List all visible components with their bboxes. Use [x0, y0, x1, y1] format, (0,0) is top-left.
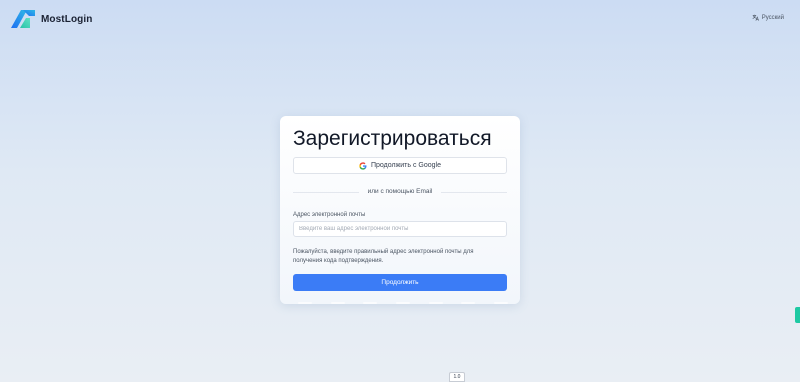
mostlogin-logo-icon	[11, 10, 35, 28]
brand-name: MostLogin	[41, 13, 93, 25]
card-bottom-dashes	[298, 302, 508, 305]
page-title: Зарегистрироваться	[293, 127, 492, 150]
language-label: Русский	[761, 14, 784, 21]
google-button-label: Продолжить с Google	[371, 162, 441, 169]
brand-logo[interactable]: MostLogin	[10, 9, 92, 29]
continue-button[interactable]: Продолжить	[293, 274, 507, 291]
or-divider: или с помощью Email	[293, 187, 507, 197]
email-input[interactable]	[293, 221, 507, 237]
translate-icon	[752, 14, 759, 21]
language-selector[interactable]: Русский	[752, 14, 784, 21]
footer-badge[interactable]: 1.0	[449, 372, 465, 382]
email-label: Адрес электронной почты	[293, 212, 366, 218]
signup-card: Зарегистрироваться Продолжить с Google и…	[280, 116, 520, 304]
google-icon	[359, 161, 367, 170]
divider-line-right	[441, 192, 507, 193]
google-signin-button[interactable]: Продолжить с Google	[293, 157, 507, 174]
side-support-tab[interactable]	[795, 307, 800, 323]
email-hint: Пожалуйста, введите правильный адрес эле…	[293, 249, 474, 264]
